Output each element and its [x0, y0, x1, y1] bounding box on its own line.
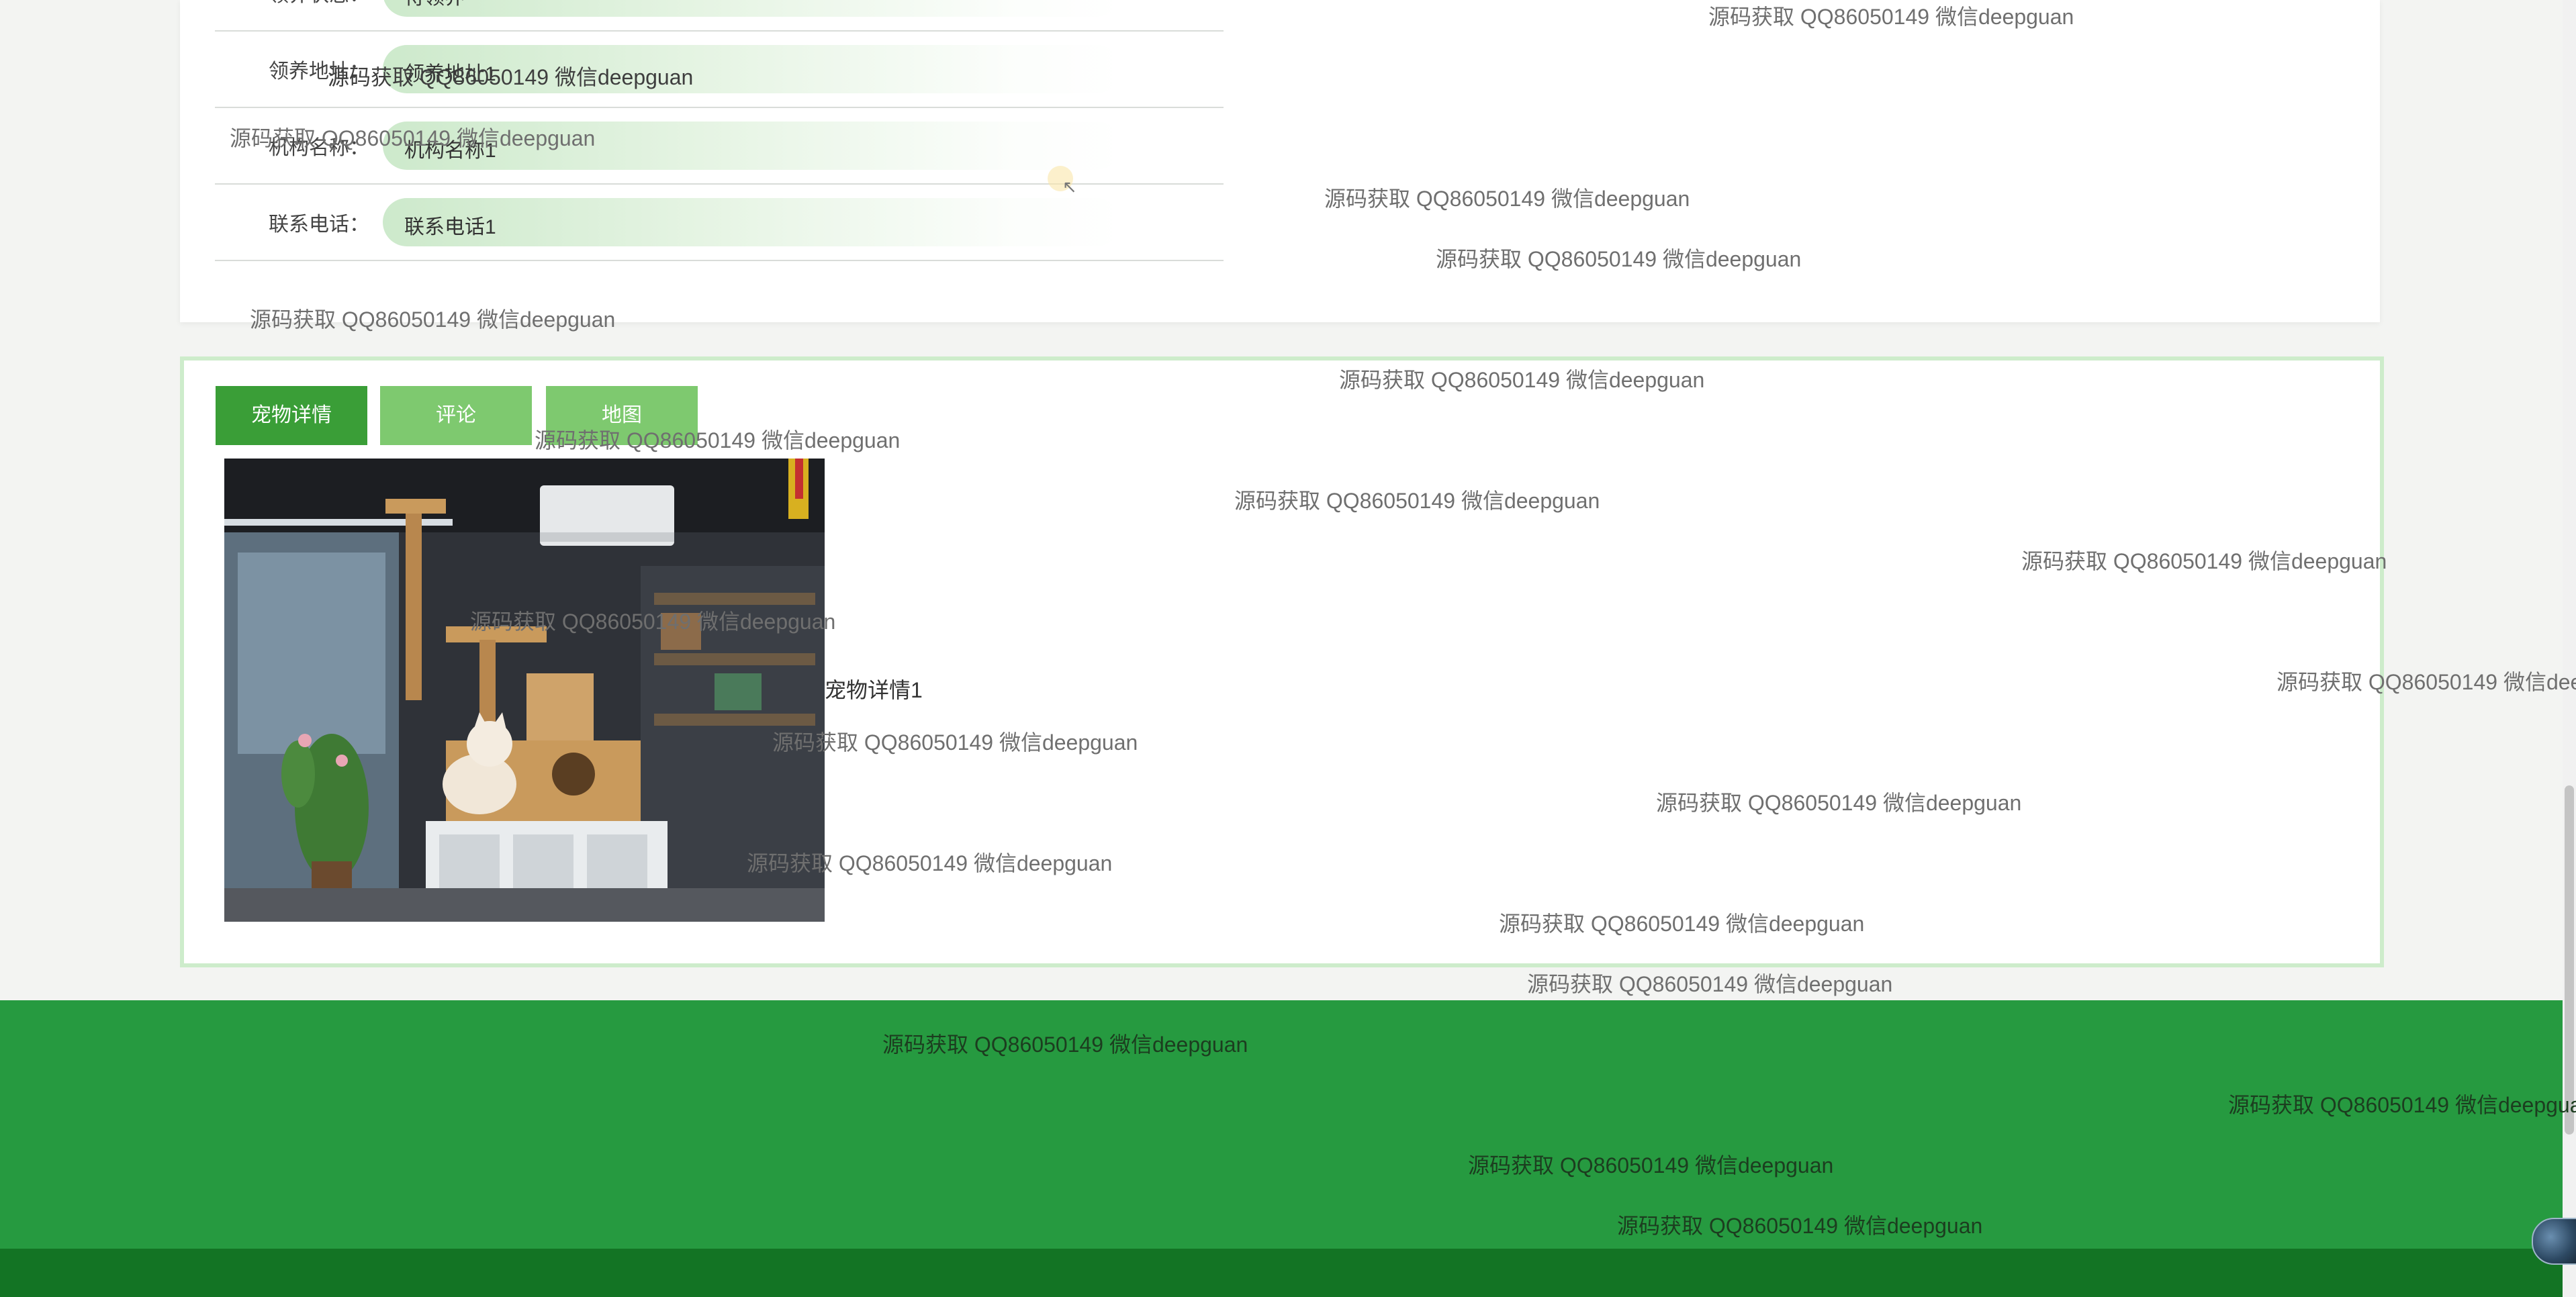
pet-store-cat-image [224, 459, 825, 922]
mouse-cursor-icon: ↖ [1062, 177, 1077, 197]
info-row-org: 机构名称： 机构名称1 [215, 108, 1224, 185]
page-scrollbar[interactable] [2563, 0, 2576, 1297]
org-label: 机构名称： [269, 137, 369, 159]
footer-bottom-bar [0, 1249, 2576, 1297]
floating-widget-icon[interactable] [2532, 1218, 2576, 1265]
tab-comment[interactable]: 评论 [380, 386, 532, 445]
address-label: 领养地址： [269, 60, 369, 83]
pet-photo [224, 459, 825, 922]
page-footer [0, 1000, 2563, 1249]
pet-detail-panel: 宠物详情 评论 地图 宠物详情1 [180, 356, 2384, 967]
pet-info-card: 领养状态： 待领养 领养地址： 领养地址1 机构名称： 机构名称1 联系电话： … [180, 0, 2380, 322]
info-row-address: 领养地址： 领养地址1 [215, 32, 1224, 108]
phone-label: 联系电话： [269, 213, 369, 236]
phone-value: 联系电话1 [404, 216, 496, 238]
tab-pet-detail[interactable]: 宠物详情 [216, 386, 367, 445]
status-label: 领养状态： [215, 0, 369, 7]
scrollbar-thumb[interactable] [2565, 785, 2574, 1135]
watermark: 源码获取 QQ86050149 微信deepguan [1527, 972, 1893, 996]
pet-description: 宠物详情1 [825, 678, 923, 702]
org-value: 机构名称1 [404, 140, 496, 162]
status-value: 待领养 [404, 0, 465, 10]
tab-map[interactable]: 地图 [546, 386, 698, 445]
info-row-status: 领养状态： 待领养 [215, 0, 1224, 32]
address-value: 领养地址1 [404, 63, 496, 85]
